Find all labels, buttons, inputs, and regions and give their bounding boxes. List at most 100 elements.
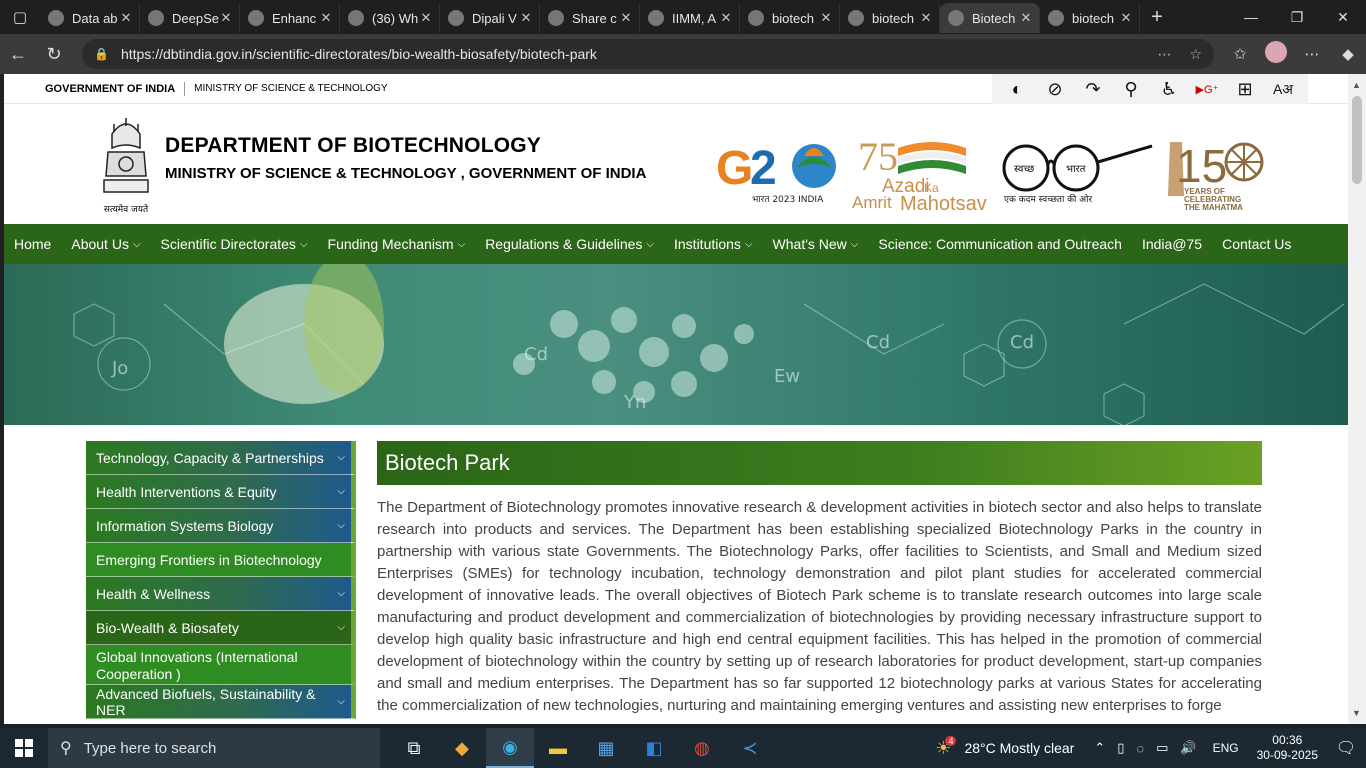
browser-tab[interactable]: Enhanc ✕ bbox=[240, 3, 340, 33]
browser-tab[interactable]: IIMM, A ✕ bbox=[640, 3, 740, 33]
close-tab-icon[interactable]: ✕ bbox=[919, 10, 933, 26]
tab-title: DeepSe bbox=[172, 10, 219, 26]
sidebar-item[interactable]: Bio-Wealth & Biosafety ⌵ bbox=[86, 611, 356, 645]
hide-eye-icon[interactable]: ⊘ bbox=[1036, 79, 1074, 100]
browser-tab[interactable]: DeepSe ✕ bbox=[140, 3, 240, 33]
site-info-icon[interactable]: 🔒 bbox=[94, 47, 109, 61]
browser-tab[interactable]: (36) Wh ✕ bbox=[340, 3, 440, 33]
nav-item[interactable]: Institutions ⌵ bbox=[674, 236, 753, 252]
close-tab-icon[interactable]: ✕ bbox=[1019, 10, 1033, 26]
battery-icon[interactable]: ▭ bbox=[1156, 740, 1168, 756]
sidebar-item[interactable]: Advanced Biofuels, Sustainability & NER ⌵ bbox=[86, 685, 356, 719]
sidebar-item[interactable]: Global Innovations (International Cooper… bbox=[86, 645, 356, 685]
profile-avatar[interactable] bbox=[1258, 41, 1294, 67]
svg-text:सत्यमेव जयते: सत्यमेव जयते bbox=[104, 203, 149, 215]
sidebar-item[interactable]: Health Interventions & Equity ⌵ bbox=[86, 475, 356, 509]
department-name[interactable]: DEPARTMENT OF BIOTECHNOLOGY bbox=[165, 134, 646, 158]
scroll-up-icon[interactable]: ▲ bbox=[1352, 80, 1361, 90]
clock[interactable]: 00:36 30-09-2025 bbox=[1257, 733, 1318, 763]
url-field[interactable]: 🔒 https://dbtindia.gov.in/scientific-dir… bbox=[82, 39, 1214, 69]
notifications-icon[interactable]: 🗨 bbox=[1326, 738, 1366, 758]
sidebar-item[interactable]: Information Systems Biology ⌵ bbox=[86, 509, 356, 543]
browser-tab[interactable]: biotech ✕ bbox=[740, 3, 840, 33]
search-icon[interactable]: ⚲ bbox=[1112, 79, 1150, 100]
search-icon: ⚲ bbox=[60, 740, 72, 757]
network-icon[interactable]: ◌ bbox=[1136, 741, 1144, 756]
more-menu-icon[interactable]: ⋯ bbox=[1294, 45, 1330, 63]
refresh-icon[interactable]: ↻ bbox=[36, 44, 72, 65]
copilot-app-icon[interactable]: ◆ bbox=[438, 728, 486, 768]
volume-icon[interactable]: 🔊 bbox=[1180, 740, 1196, 756]
close-tab-icon[interactable]: ✕ bbox=[1119, 10, 1133, 26]
close-tab-icon[interactable]: ✕ bbox=[519, 10, 533, 26]
close-tab-icon[interactable]: ✕ bbox=[419, 10, 433, 26]
national-emblem-icon[interactable]: सत्यमेव जयते bbox=[94, 112, 158, 216]
back-icon[interactable]: ← bbox=[0, 44, 36, 65]
tab-actions-icon[interactable]: ▢ bbox=[0, 0, 40, 34]
outlook-icon[interactable]: ◧ bbox=[630, 728, 678, 768]
copilot-icon[interactable]: ◆ bbox=[1330, 45, 1366, 63]
sidebar-item[interactable]: Health & Wellness ⌵ bbox=[86, 577, 356, 611]
swachh-bharat-logo: स्वच्छ भारत एक कदम स्वच्छता की ओर bbox=[1002, 144, 1153, 205]
browser-tab[interactable]: Data ab ✕ bbox=[40, 3, 140, 33]
nav-item[interactable]: About Us ⌵ bbox=[71, 236, 140, 252]
edge-browser-icon[interactable]: ◉ bbox=[486, 728, 534, 768]
close-tab-icon[interactable]: ✕ bbox=[219, 10, 233, 26]
nav-item[interactable]: Home bbox=[14, 236, 51, 252]
scroll-thumb[interactable] bbox=[1352, 96, 1362, 184]
chrome-icon[interactable]: ◍ bbox=[678, 728, 726, 768]
nav-item-label: About Us bbox=[71, 236, 129, 252]
scroll-down-icon[interactable]: ▼ bbox=[1352, 708, 1361, 718]
browser-tab[interactable]: biotech ✕ bbox=[1040, 3, 1140, 33]
browser-tab[interactable]: Share c ✕ bbox=[540, 3, 640, 33]
restore-icon[interactable]: ❐ bbox=[1274, 0, 1320, 34]
vscode-icon[interactable]: ≺ bbox=[726, 728, 774, 768]
file-explorer-icon[interactable]: ▬ bbox=[534, 728, 582, 768]
sidebar-item[interactable]: Emerging Frontiers in Biotechnology bbox=[86, 543, 356, 577]
sidebar-item[interactable]: Technology, Capacity & Partnerships ⌵ bbox=[86, 441, 356, 475]
favorites-icon[interactable]: ✩ bbox=[1222, 45, 1258, 63]
nav-item[interactable]: Funding Mechanism ⌵ bbox=[328, 236, 466, 252]
close-window-icon[interactable]: ✕ bbox=[1320, 0, 1366, 34]
nav-item[interactable]: Scientific Directorates ⌵ bbox=[161, 236, 308, 252]
nav-item[interactable]: Contact Us bbox=[1222, 236, 1291, 252]
search-icon bbox=[748, 10, 764, 26]
nav-item[interactable]: Science: Communication and Outreach bbox=[878, 236, 1122, 252]
nav-item[interactable]: What's New ⌵ bbox=[773, 236, 859, 252]
browser-tab[interactable]: Dipali V ✕ bbox=[440, 3, 540, 33]
taskbar-search[interactable]: ⚲ Type here to search bbox=[48, 728, 380, 768]
minimize-icon[interactable]: — bbox=[1228, 0, 1274, 34]
accessibility-icon[interactable]: ♿ bbox=[1150, 79, 1188, 100]
browser-tab[interactable]: biotech ✕ bbox=[840, 3, 940, 33]
social-icon[interactable]: ▶G⁺ bbox=[1188, 83, 1226, 96]
nav-item[interactable]: India@75 bbox=[1142, 236, 1202, 252]
show-hidden-icons-icon[interactable]: ⌃ bbox=[1094, 740, 1105, 756]
gov-label[interactable]: GOVERNMENT OF INDIA bbox=[45, 83, 175, 95]
close-tab-icon[interactable]: ✕ bbox=[319, 10, 333, 26]
nav-item[interactable]: Regulations & Guidelines ⌵ bbox=[485, 236, 654, 252]
close-tab-icon[interactable]: ✕ bbox=[719, 10, 733, 26]
weather-widget[interactable]: ☀ 4 28°C Mostly clear bbox=[935, 736, 1075, 759]
language-icon[interactable]: Aअ bbox=[1264, 80, 1302, 99]
close-tab-icon[interactable]: ✕ bbox=[119, 10, 133, 26]
close-tab-icon[interactable]: ✕ bbox=[819, 10, 833, 26]
weather-text: 28°C Mostly clear bbox=[964, 740, 1075, 756]
task-view-icon[interactable]: ⧉ bbox=[390, 728, 438, 768]
store-icon[interactable]: ▦ bbox=[582, 728, 630, 768]
article-body: The Department of Biotechnology promotes… bbox=[377, 499, 1262, 714]
browser-tab[interactable]: Biotech ✕ bbox=[940, 3, 1040, 33]
page-scrollbar[interactable]: ▲ ▼ bbox=[1348, 74, 1366, 724]
skip-content-icon[interactable]: ↷ bbox=[1074, 79, 1112, 100]
svg-text:भारत 2023 INDIA: भारत 2023 INDIA bbox=[752, 195, 824, 205]
reader-icon[interactable]: ⋯ bbox=[1157, 46, 1171, 63]
start-button[interactable] bbox=[0, 739, 48, 757]
new-tab-button[interactable]: + bbox=[1140, 6, 1174, 29]
device-icon[interactable]: ▯ bbox=[1117, 740, 1124, 756]
contrast-icon[interactable]: ◐ bbox=[998, 79, 1036, 100]
ministry-label[interactable]: MINISTRY OF SCIENCE & TECHNOLOGY bbox=[194, 83, 387, 94]
close-tab-icon[interactable]: ✕ bbox=[619, 10, 633, 26]
language-indicator[interactable]: ENG bbox=[1213, 741, 1239, 755]
sitemap-icon[interactable]: ⊞ bbox=[1226, 79, 1264, 100]
favorite-star-icon[interactable]: ☆ bbox=[1189, 46, 1202, 63]
window-controls: — ❐ ✕ bbox=[1228, 0, 1366, 34]
